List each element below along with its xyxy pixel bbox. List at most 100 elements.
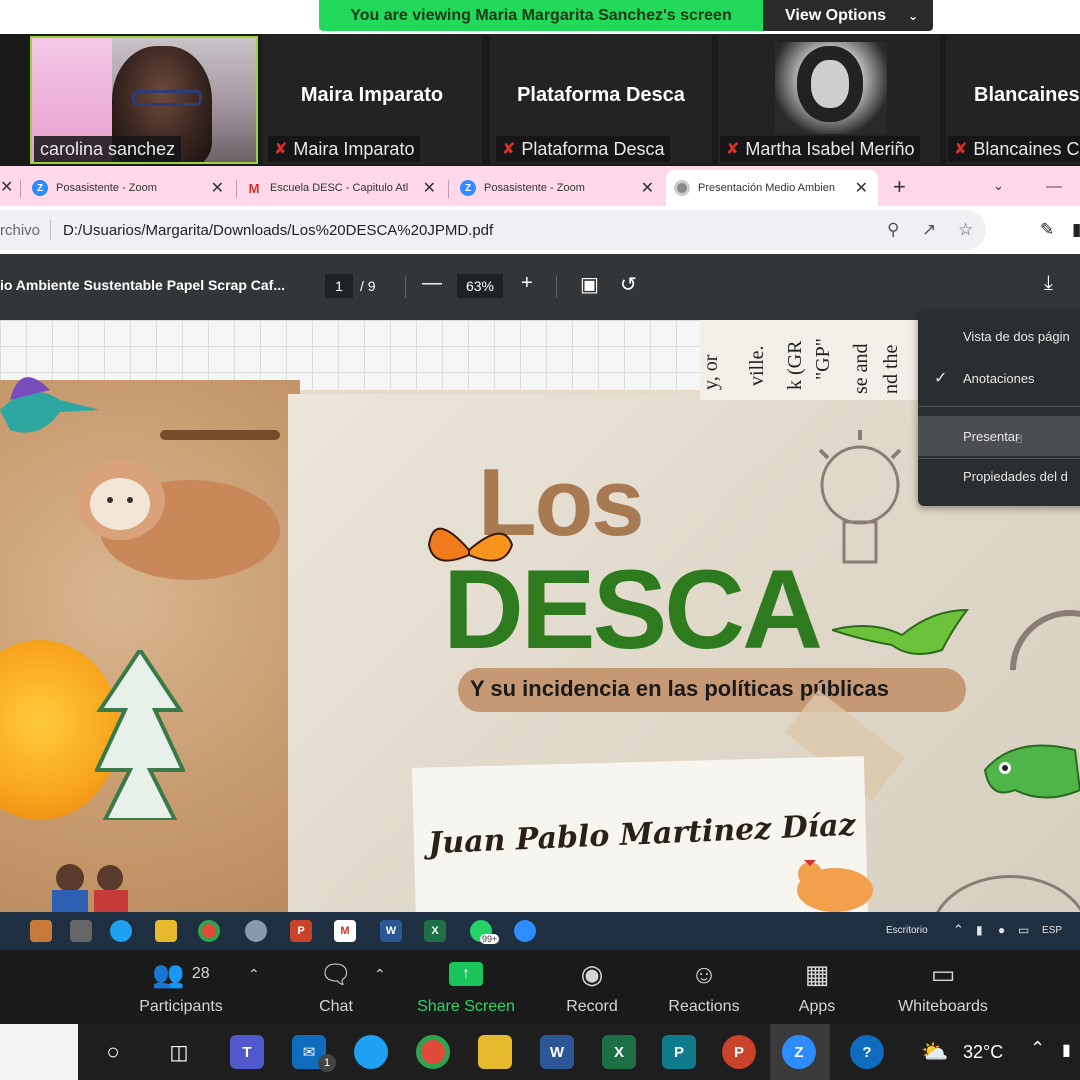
chrome-icon[interactable] (198, 920, 220, 942)
chevron-up-icon[interactable]: ⌃ (953, 922, 964, 938)
excel-icon[interactable]: X (602, 1035, 636, 1069)
video-tile-maira[interactable]: Maira Imparato ✘ Maira Imparato (262, 34, 482, 164)
share-banner: You are viewing Maria Margarita Sanchez'… (319, 0, 763, 31)
chat-button[interactable]: 🗨 Chat (306, 956, 366, 1016)
zoom-icon[interactable] (514, 920, 536, 942)
folder-icon[interactable] (155, 920, 177, 942)
children-illustration (52, 864, 128, 912)
zoom-icon[interactable]: Z (782, 1035, 816, 1069)
menu-item-present[interactable]: Presentar ☝ (918, 416, 1080, 456)
chevron-up-icon[interactable]: ⌃ (248, 966, 260, 983)
chrome-icon[interactable] (416, 1035, 450, 1069)
gmail-icon[interactable]: M (334, 920, 356, 942)
gmail-icon: M (248, 180, 260, 196)
weather-icon[interactable]: ⛅ (918, 1035, 952, 1069)
new-tab-button[interactable]: + (893, 174, 906, 200)
newspaper-clipping: y, or ville. k (GR "GP" se and nd the (700, 320, 920, 400)
word-icon[interactable]: W (380, 920, 402, 942)
video-tile-blancaines[interactable]: Blancaines ✘ Blancaines C (946, 34, 1080, 164)
site-info-label[interactable]: rchivo (0, 222, 40, 239)
video-tile-carolina[interactable]: carolina sanchez (30, 36, 258, 164)
menu-item-document-properties[interactable]: Propiedades del d (918, 456, 1080, 496)
participant-name-label: ✘ Blancaines C (948, 136, 1080, 162)
apps-label: Apps (798, 998, 836, 1015)
language-indicator[interactable]: ESP (1042, 925, 1062, 936)
app-icon[interactable] (245, 920, 267, 942)
powerpoint-icon[interactable]: P (290, 920, 312, 942)
pdf-title: io Ambiente Sustentable Papel Scrap Caf.… (0, 277, 285, 293)
edge-icon[interactable] (110, 920, 132, 942)
word-icon[interactable]: W (540, 1035, 574, 1069)
mic-muted-icon: ✘ (726, 141, 740, 158)
camera-icon[interactable] (70, 920, 92, 942)
checkmark-icon: ✓ (934, 370, 948, 387)
slide-title-desca: DESCA (443, 547, 823, 672)
desktop-label[interactable]: Escritorio (886, 925, 928, 936)
reactions-label: Reactions (668, 998, 740, 1015)
file-explorer-icon[interactable] (478, 1035, 512, 1069)
screen: You are viewing Maria Margarita Sanchez'… (0, 0, 1080, 1080)
cortana-icon[interactable]: ○ (96, 1035, 130, 1069)
share-icon[interactable]: ↗ (922, 220, 936, 240)
close-icon[interactable]: ✕ (211, 178, 224, 198)
participant-name-label: carolina sanchez (34, 136, 182, 162)
url-text[interactable]: D:/Usuarios/Margarita/Downloads/Los%20DE… (63, 222, 493, 239)
menu-item-annotations[interactable]: ✓ Anotaciones (918, 358, 1080, 398)
task-view-icon[interactable]: ◫ (162, 1035, 196, 1069)
chameleon-illustration (983, 744, 1080, 799)
close-icon[interactable]: ✕ (423, 178, 436, 198)
notification-badge: 99+ (480, 934, 500, 944)
close-icon[interactable]: ✕ (855, 178, 868, 198)
apps-button[interactable]: ▦ Apps (790, 956, 844, 1016)
zoom-lens-icon[interactable]: ⚲ (887, 220, 899, 240)
tab-presentacion[interactable]: Presentación Medio Ambien ✕ (666, 170, 878, 206)
zoom-level-input[interactable]: 63% (457, 274, 503, 298)
powerpoint-icon[interactable]: P (722, 1035, 756, 1069)
chat-label: Chat (319, 998, 353, 1015)
publisher-icon[interactable]: P (662, 1035, 696, 1069)
mouse-cursor-icon: ☝ (1015, 432, 1023, 446)
rotate-icon[interactable]: ↺ (620, 272, 637, 297)
fit-page-icon[interactable]: ▣ (580, 272, 599, 297)
excel-icon[interactable]: X (424, 920, 446, 942)
help-icon[interactable]: ? (850, 1035, 884, 1069)
squirrel-icon[interactable] (30, 920, 52, 942)
star-icon[interactable]: ☆ (958, 220, 973, 240)
participants-label: Participants (139, 998, 223, 1015)
record-button[interactable]: ◉ Record (560, 956, 624, 1016)
menu-item-two-page-view[interactable]: Vista de dos págin (918, 316, 1080, 356)
sidebar-icon[interactable]: ▮ (1072, 220, 1080, 240)
zoom-top-area: You are viewing Maria Margarita Sanchez'… (0, 0, 1080, 34)
view-options-button[interactable]: View Options ⌄ (763, 0, 933, 31)
tab-posasistente-2[interactable]: Z Posasistente - Zoom ✕ (452, 170, 664, 206)
reactions-button[interactable]: ☺ Reactions (664, 956, 744, 1016)
video-tile-plataforma[interactable]: Plataforma Desca ✘ Plataforma Desca (490, 34, 712, 164)
participants-button[interactable]: 👥 28 Participants (136, 956, 226, 1016)
zoom-out-button[interactable]: — (422, 272, 442, 295)
tile-name: Blancaines (974, 84, 1080, 106)
tile-name: Plataforma Desca (517, 84, 685, 106)
globe-icon (674, 180, 690, 196)
extensions-icon[interactable]: ✎ (1040, 220, 1054, 240)
edge-icon[interactable] (354, 1035, 388, 1069)
mic-icon: ● (998, 923, 1006, 937)
participant-name-label: ✘ Maira Imparato (268, 136, 421, 162)
zoom-in-button[interactable]: + (521, 272, 533, 295)
chat-icon: 🗨 (319, 959, 353, 989)
chevron-down-icon[interactable]: ⌄ (993, 178, 1004, 194)
temperature[interactable]: 32°C (963, 1042, 1003, 1063)
chevron-up-icon[interactable]: ⌃ (1030, 1038, 1045, 1059)
close-icon[interactable]: ✕ (641, 178, 654, 198)
whiteboards-button[interactable]: ▭ Whiteboards (888, 956, 998, 1016)
download-icon[interactable]: ⤓ (1044, 272, 1053, 295)
sloth-illustration (75, 430, 280, 580)
chevron-up-icon[interactable]: ⌃ (374, 966, 386, 983)
page-number-input[interactable]: 1 (325, 274, 353, 298)
search-area[interactable] (0, 1024, 78, 1080)
tab-posasistente-1[interactable]: Z Posasistente - Zoom ✕ (24, 170, 234, 206)
share-screen-button[interactable]: ↑ Share Screen (410, 956, 522, 1016)
minimize-button[interactable]: — (1046, 178, 1062, 196)
tab-escuela-desc[interactable]: M Escuela DESC - Capitulo Atl ✕ (238, 170, 446, 206)
close-icon[interactable]: ✕ (0, 177, 13, 197)
teams-icon[interactable]: T (230, 1035, 264, 1069)
